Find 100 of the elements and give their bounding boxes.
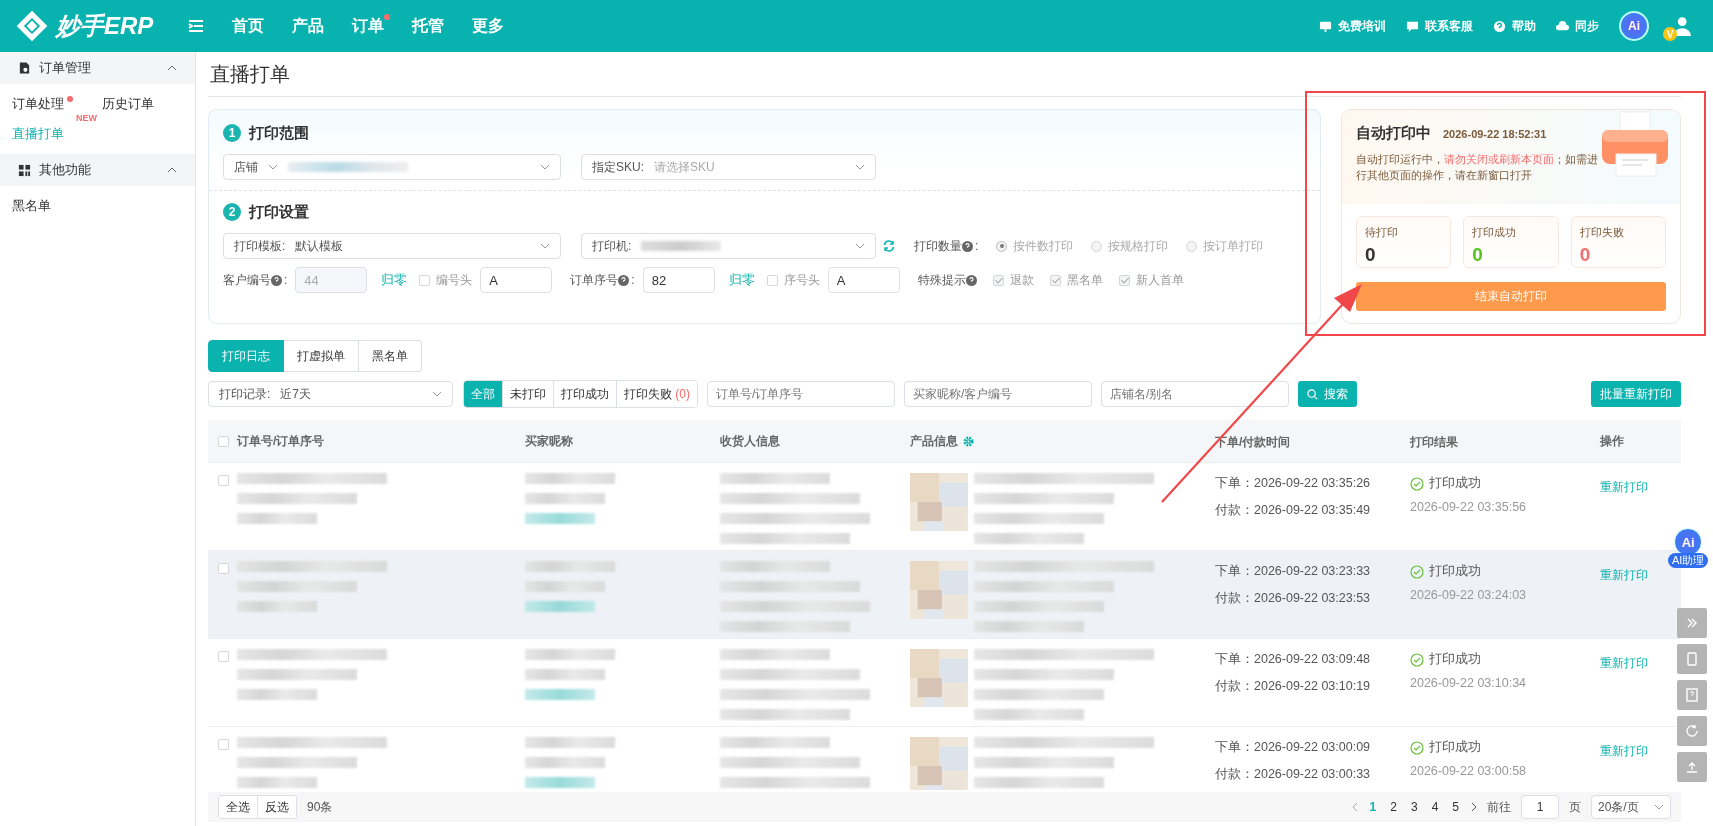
header-link[interactable]: 同步	[1556, 17, 1599, 35]
shop-select[interactable]: 店铺	[223, 154, 561, 180]
section-title: 打印范围	[249, 123, 309, 143]
search-field[interactable]: 店铺名/别名	[1101, 381, 1289, 407]
print-result: 打印成功	[1429, 651, 1481, 668]
cloud-icon	[1556, 19, 1569, 33]
checkbox[interactable]	[218, 563, 229, 574]
order-time: 下单：2026-09-22 03:35:26	[1215, 475, 1371, 492]
radio-option[interactable]: 按件数打印	[996, 237, 1074, 255]
checkbox-option[interactable]: 序号头	[766, 271, 820, 289]
collapse-button[interactable]	[1677, 608, 1707, 638]
reset-link[interactable]: 归零	[728, 271, 755, 289]
page-number[interactable]: 5	[1450, 800, 1461, 814]
nav-link[interactable]: 订单	[338, 15, 398, 37]
sidebar-item[interactable]: 历史订单	[102, 90, 163, 118]
checkbox[interactable]	[218, 739, 229, 750]
checkbox-option[interactable]: 黑名单	[1049, 271, 1103, 289]
help-button[interactable]	[1677, 680, 1707, 710]
sidebar-group-header[interactable]: 订单管理	[0, 52, 195, 84]
radio-option[interactable]: 按订单打印	[1186, 237, 1264, 255]
page-number[interactable]: 3	[1408, 800, 1420, 814]
page-unit: 页	[1569, 798, 1581, 816]
blurred-text	[525, 513, 595, 524]
search-field[interactable]: 买家昵称/客户编号	[904, 381, 1092, 407]
invert-selection-button[interactable]: 反选	[257, 796, 296, 818]
nav-link[interactable]: 首页	[218, 15, 278, 37]
print-time: 2026-09-22 03:35:56	[1410, 500, 1527, 514]
refresh-icon	[1685, 724, 1699, 738]
menu-icon[interactable]	[188, 19, 204, 33]
header-link[interactable]: 免费培训	[1319, 17, 1386, 35]
reprint-link[interactable]: 重新打印	[1600, 655, 1648, 672]
print-time: 2026-09-22 03:00:58	[1410, 764, 1527, 778]
reprint-link[interactable]: 重新打印	[1600, 479, 1648, 496]
chat-icon	[1406, 19, 1419, 33]
reprint-link[interactable]: 重新打印	[1600, 567, 1648, 584]
sidebar-item[interactable]: 黑名单	[12, 192, 60, 220]
nav-link[interactable]: 产品	[278, 15, 338, 37]
back-to-top-button[interactable]	[1677, 752, 1707, 782]
next-page-icon[interactable]	[1471, 802, 1477, 812]
checkbox[interactable]	[218, 435, 229, 447]
refresh-button[interactable]	[1677, 716, 1707, 746]
field-label: 订单序号	[570, 271, 619, 289]
radio-option[interactable]: 按规格打印	[1091, 237, 1169, 255]
page-number[interactable]: 2	[1388, 800, 1399, 814]
nav-link[interactable]: 托管	[398, 15, 458, 37]
checkbox-option[interactable]: 退款	[992, 271, 1034, 289]
logo-text: 妙手ERP	[56, 11, 154, 41]
print-result: 打印成功	[1429, 475, 1481, 492]
order-time: 下单：2026-09-22 03:09:48	[1215, 651, 1371, 668]
status-filter[interactable]: 打印失败 (0)	[616, 381, 697, 407]
tab[interactable]: 黑名单	[359, 340, 422, 372]
payment-time: 付款：2026-09-22 03:35:49	[1215, 502, 1371, 519]
checkbox[interactable]	[218, 651, 229, 662]
phone-icon	[1685, 651, 1699, 667]
printer-select[interactable]: 打印机:	[581, 233, 876, 259]
previous-page-icon[interactable]	[1351, 802, 1358, 812]
nav-link[interactable]: 更多	[458, 15, 518, 37]
stat-value: 0	[1472, 243, 1484, 266]
batch-reprint-button[interactable]: 批量重新打印	[1591, 381, 1681, 407]
header-link[interactable]: 联系客服	[1406, 17, 1473, 35]
page-number[interactable]: 1	[1367, 800, 1379, 814]
tab[interactable]: 打虚拟单	[284, 340, 359, 372]
grid-icon	[18, 163, 31, 177]
upload-icon	[1685, 760, 1699, 774]
number-field[interactable]: 82	[642, 267, 715, 293]
search-button[interactable]: 搜索	[1298, 381, 1357, 407]
payment-time: 付款：2026-09-22 03:00:33	[1215, 766, 1371, 783]
settings-icon[interactable]	[963, 435, 974, 447]
ai-assistant-icon[interactable]: Ai	[1674, 528, 1703, 556]
search-field[interactable]: 订单号/订单序号	[707, 381, 895, 407]
page-number[interactable]: 4	[1429, 800, 1441, 814]
vip-badge: V	[1663, 27, 1677, 41]
search-icon	[1307, 388, 1318, 400]
range-select[interactable]: 打印记录: 近7天	[208, 381, 453, 407]
total-count: 90条	[307, 798, 333, 816]
step-number: 1	[223, 124, 241, 142]
check-circle-icon	[1410, 564, 1424, 579]
ai-avatar[interactable]: Ai	[1619, 11, 1649, 41]
stat-card: 打印成功 0	[1463, 215, 1559, 268]
select-all-button[interactable]: 全选	[219, 796, 257, 818]
sidebar-item[interactable]: 订单处理	[12, 90, 73, 118]
mobile-button[interactable]	[1677, 644, 1707, 674]
stop-button[interactable]: 结束自动打印	[1356, 281, 1666, 311]
ai-assistant-label[interactable]: AI助理	[1668, 553, 1709, 568]
status-filter[interactable]: 全部	[464, 381, 502, 407]
sidebar-group-header[interactable]: 其他功能	[0, 154, 195, 186]
page-size-select[interactable]: 20条/页	[1591, 795, 1671, 819]
checkbox[interactable]	[218, 475, 229, 486]
prefix-field[interactable]: A	[827, 267, 900, 293]
refresh-icon[interactable]	[882, 239, 896, 253]
tab[interactable]: 打印日志	[208, 340, 284, 372]
page-field[interactable]: 1	[1521, 795, 1559, 819]
template-select[interactable]: 打印模板: 默认模板	[223, 233, 561, 259]
chevron-icon	[540, 164, 550, 170]
header-link[interactable]: 帮助	[1493, 17, 1536, 35]
reprint-link[interactable]: 重新打印	[1600, 743, 1648, 760]
sku-select[interactable]: 指定SKU: 请选择SKU	[581, 154, 876, 180]
checkbox-option[interactable]: 新人首单	[1118, 271, 1184, 289]
label-colon: :	[631, 273, 635, 287]
help-icon	[1685, 688, 1699, 702]
